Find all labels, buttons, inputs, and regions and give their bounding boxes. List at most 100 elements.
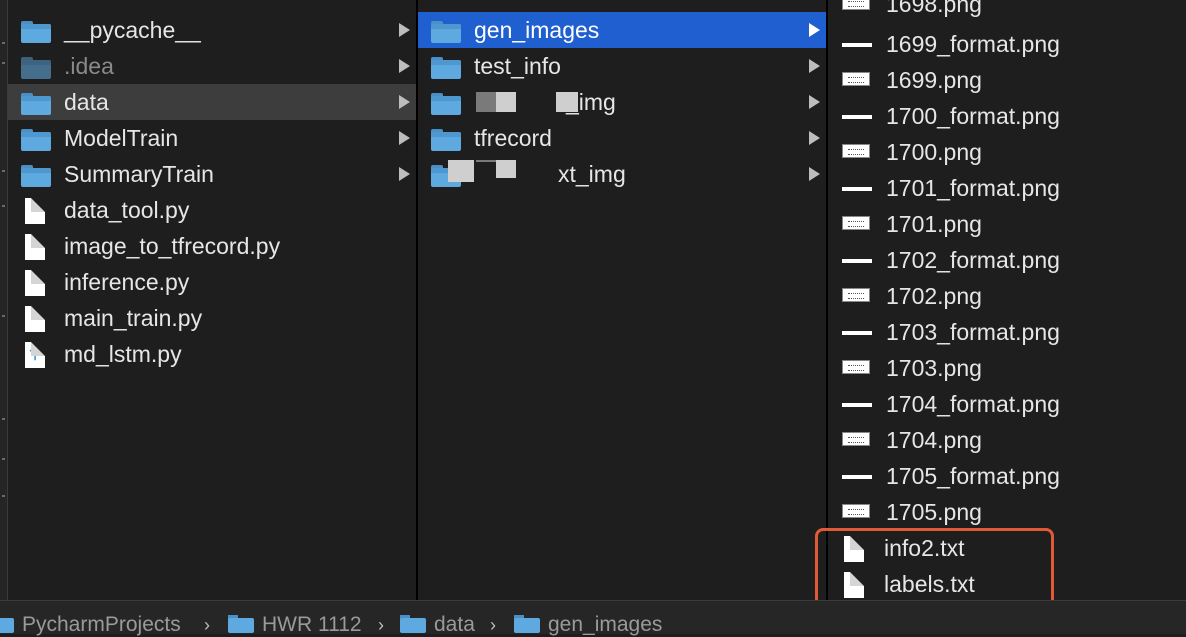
item-label: inference.py	[64, 269, 190, 295]
item-pycache-folder[interactable]: __pycache__	[8, 12, 416, 48]
chevron-right-icon	[399, 59, 410, 73]
item-test-info-folder[interactable]: test_info	[418, 48, 826, 84]
chevron-right-icon: ›	[378, 615, 384, 635]
item-label: data	[64, 89, 109, 115]
item-label: _img	[566, 89, 616, 115]
breadcrumb-hwr-1112[interactable]: HWR 1112	[228, 613, 362, 637]
redaction-block	[476, 92, 496, 112]
chevron-right-icon	[809, 95, 820, 109]
png-thumbnail-icon	[842, 72, 870, 86]
format-thumbnail-icon	[842, 331, 872, 335]
item-inference-file[interactable]: inference.py	[8, 264, 416, 300]
item-tfrecord-folder[interactable]: tfrecord	[418, 120, 826, 156]
document-icon	[25, 306, 45, 332]
png-thumbnail-icon	[842, 216, 870, 230]
item-label: 1703.png	[886, 355, 982, 381]
png-thumbnail-icon	[842, 504, 870, 518]
redaction-block	[496, 160, 516, 178]
item-png-file[interactable]: 1704.png	[828, 422, 1186, 458]
format-thumbnail-icon	[842, 43, 872, 47]
chevron-right-icon	[809, 23, 820, 37]
folder-icon	[21, 57, 51, 79]
item-label: xt_img	[558, 161, 626, 187]
item-label: gen_images	[474, 17, 600, 43]
item-label: tfrecord	[474, 125, 552, 151]
folder-icon	[431, 57, 461, 79]
item-format-png-file[interactable]: 1704_format.png	[828, 386, 1186, 422]
format-thumbnail-icon	[842, 403, 872, 407]
item-label: 1699.png	[886, 67, 982, 93]
format-thumbnail-icon	[842, 475, 872, 479]
document-icon	[25, 270, 45, 296]
breadcrumb-label: PycharmProjects	[22, 613, 181, 636]
item-png-file[interactable]: 1700.png	[828, 134, 1186, 170]
item-format-png-file[interactable]: 1705_format.png	[828, 458, 1186, 494]
item-label: 1700_format.png	[886, 103, 1060, 129]
item-png-file[interactable]: 1699.png	[828, 62, 1186, 98]
breadcrumb-gen-images[interactable]: gen_images	[514, 613, 662, 637]
folder-icon	[400, 615, 426, 633]
item-format-png-file[interactable]: 1701_format.png	[828, 170, 1186, 206]
item-png-file[interactable]: 1698.png	[828, 0, 1186, 22]
item-format-png-file[interactable]: 1700_format.png	[828, 98, 1186, 134]
item-format-png-file[interactable]: 1702_format.png	[828, 242, 1186, 278]
breadcrumb-data[interactable]: data	[400, 613, 475, 637]
item-label: __pycache__	[64, 17, 201, 43]
item-label: 1704_format.png	[886, 391, 1060, 417]
item-png-file[interactable]: 1702.png	[828, 278, 1186, 314]
png-thumbnail-icon	[842, 432, 870, 446]
item-label: md_lstm.py	[64, 341, 182, 367]
breadcrumb-label: HWR 1112	[262, 613, 362, 636]
item-md-lstm-file[interactable]: md_lstm.py	[8, 336, 416, 372]
item-label: 1698.png	[886, 0, 982, 17]
item-label: 1700.png	[886, 139, 982, 165]
item-data-tool-file[interactable]: data_tool.py	[8, 192, 416, 228]
redaction-block	[496, 92, 516, 112]
breadcrumb-pycharmprojects[interactable]: PycharmProjects	[0, 613, 181, 637]
column-browser: __pycache__ .idea data ModelTrain Summar…	[0, 0, 1186, 600]
folder-icon	[21, 93, 51, 115]
column-gen-images: 1698.png 1699_format.png 1699.png 1700_f…	[828, 0, 1186, 600]
column-data: gen_images test_info _img tfrecord xt_im…	[418, 0, 828, 600]
redaction-block	[448, 160, 474, 182]
item-label: 1703_format.png	[886, 319, 1060, 345]
breadcrumb-label: gen_images	[548, 613, 663, 636]
folder-icon	[514, 615, 540, 633]
item-main-train-file[interactable]: main_train.py	[8, 300, 416, 336]
chevron-right-icon: ›	[204, 615, 210, 635]
item-modeltrain-folder[interactable]: ModelTrain	[8, 120, 416, 156]
png-thumbnail-icon	[842, 144, 870, 158]
breadcrumb-label: data	[434, 613, 475, 636]
folder-icon	[0, 615, 14, 633]
png-thumbnail-icon	[842, 0, 870, 10]
document-icon	[25, 234, 45, 260]
item-format-png-file[interactable]: 1699_format.png	[828, 26, 1186, 62]
highlight-callout-box	[815, 528, 1054, 607]
item-label: 1705_format.png	[886, 463, 1060, 489]
format-thumbnail-icon	[842, 187, 872, 191]
chevron-right-icon	[399, 23, 410, 37]
item-png-file[interactable]: 1701.png	[828, 206, 1186, 242]
png-thumbnail-icon	[842, 360, 870, 374]
folder-icon	[228, 615, 254, 633]
item-data-folder[interactable]: data	[8, 84, 416, 120]
item-gen-images-folder[interactable]: gen_images	[418, 12, 826, 48]
chevron-right-icon	[809, 59, 820, 73]
item-image-to-tfrecord-file[interactable]: image_to_tfrecord.py	[8, 228, 416, 264]
item-xt-img-folder[interactable]: xt_img	[418, 156, 826, 192]
folder-icon	[431, 21, 461, 43]
item-img-folder[interactable]: _img	[418, 84, 826, 120]
left-scroll-edge	[0, 0, 8, 600]
folder-icon	[21, 165, 51, 187]
item-idea-folder[interactable]: .idea	[8, 48, 416, 84]
item-png-file[interactable]: 1705.png	[828, 494, 1186, 530]
chevron-right-icon	[399, 131, 410, 145]
item-label: 1701.png	[886, 211, 982, 237]
folder-icon	[21, 129, 51, 151]
item-png-file[interactable]: 1703.png	[828, 350, 1186, 386]
column-project-root: __pycache__ .idea data ModelTrain Summar…	[8, 0, 418, 600]
item-format-png-file[interactable]: 1703_format.png	[828, 314, 1186, 350]
item-summarytrain-folder[interactable]: SummaryTrain	[8, 156, 416, 192]
python-file-icon	[25, 342, 45, 368]
item-label: SummaryTrain	[64, 161, 214, 187]
